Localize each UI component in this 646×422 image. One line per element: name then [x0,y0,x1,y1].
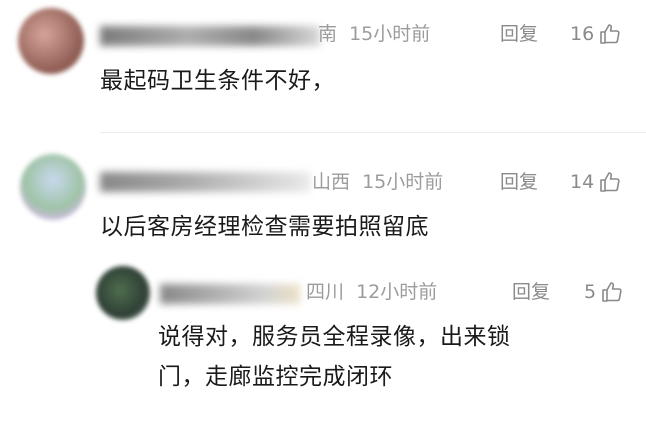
comment-meta: 山西 15小时前 [312,170,443,194]
avatar[interactable] [20,154,86,220]
comment-meta: 四川 12小时前 [306,280,437,304]
avatar[interactable] [96,266,150,320]
timestamp: 15小时前 [362,171,444,193]
thumbs-up-icon [598,170,622,194]
location: 山西 [312,171,351,193]
comment-text-line-1: 说得对，服务员全程录像，出来锁 [158,324,511,350]
username-blurred[interactable] [100,172,310,192]
timestamp: 15小时前 [349,23,431,45]
comment-text-line-2: 门，走廊监控完成闭环 [158,364,393,390]
reply-button[interactable]: 回复 [500,22,538,46]
comment-text: 最起码卫生条件不好， [100,68,335,94]
comment-meta: 南 15小时前 [318,22,430,46]
avatar[interactable] [18,8,84,74]
like-button[interactable]: 14 [570,170,622,194]
username-blurred[interactable] [100,26,320,46]
like-count: 14 [570,171,595,193]
like-count: 5 [584,281,597,303]
like-button[interactable]: 16 [570,22,622,46]
divider [100,132,646,133]
location: 四川 [306,281,345,303]
location: 南 [318,23,338,45]
like-button[interactable]: 5 [584,280,624,304]
timestamp: 12小时前 [356,281,438,303]
reply-button[interactable]: 回复 [512,280,550,304]
thumbs-up-icon [600,280,624,304]
like-count: 16 [570,23,595,45]
comment-text: 以后客房经理检查需要拍照留底 [100,214,429,240]
reply-button[interactable]: 回复 [500,170,538,194]
username-blurred[interactable] [160,284,300,304]
thumbs-up-icon [598,22,622,46]
